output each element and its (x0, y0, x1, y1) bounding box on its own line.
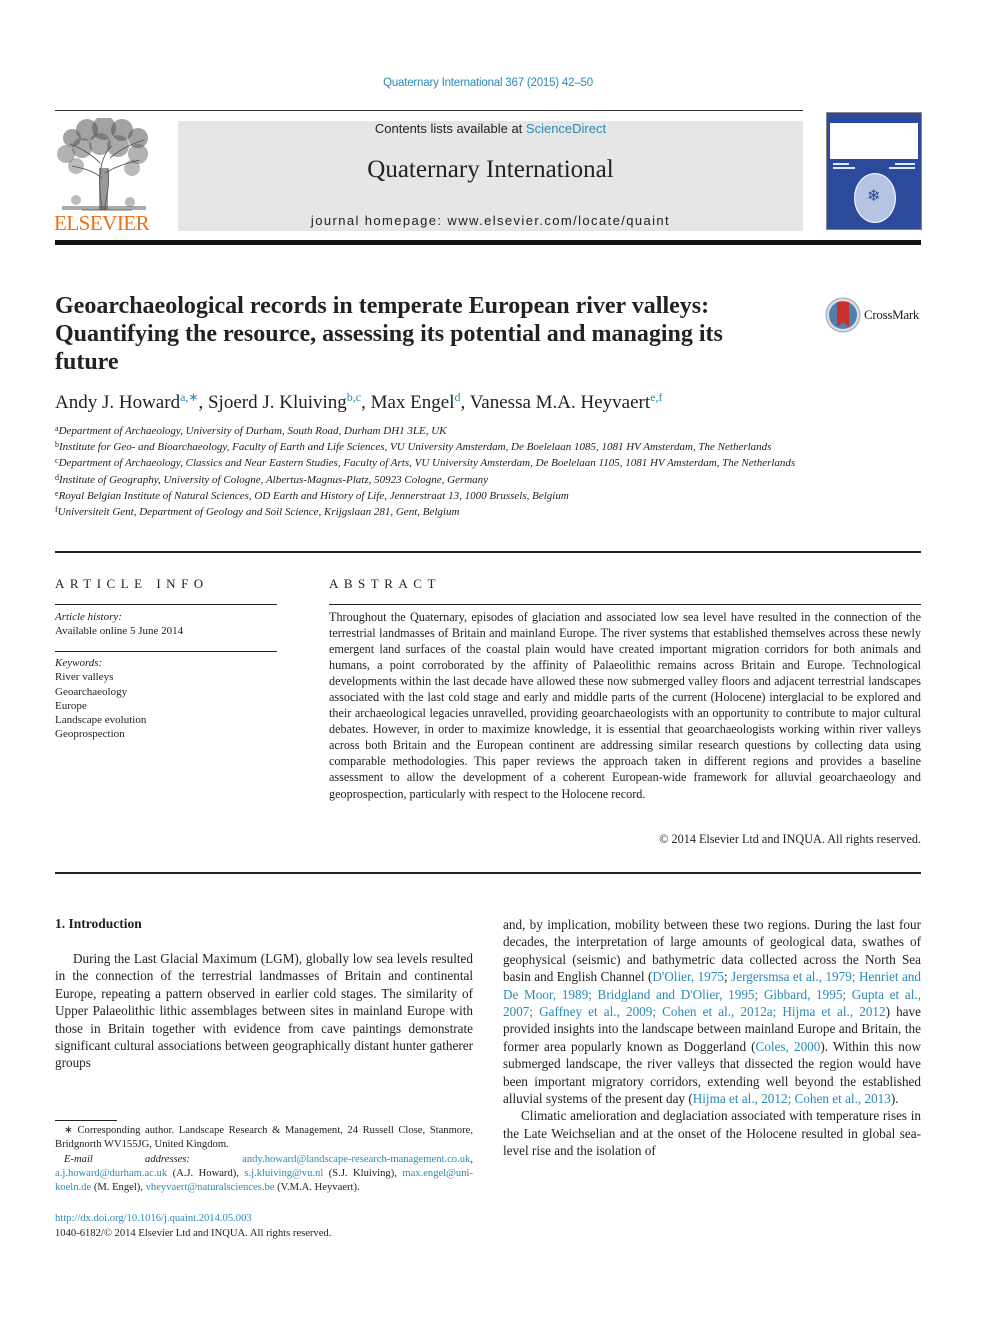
affiliation-text: Department of Archaeology, University of… (58, 425, 447, 437)
keywords: Keywords: River valleys Geoarchaeology E… (55, 656, 277, 742)
email-link[interactable]: andy.howard@landscape-research-managemen… (242, 1154, 470, 1165)
header-bottom-rule (55, 240, 921, 245)
cover-text-line (895, 163, 915, 165)
footnote-divider (55, 1120, 117, 1121)
email-owner: , (470, 1153, 473, 1165)
crossmark-label: CrossMark (864, 307, 920, 322)
contents-prefix: Contents lists available at (374, 121, 526, 136)
abstract-bottom-divider (55, 872, 921, 874)
snowflake-icon: ❄ (867, 188, 881, 205)
reference-link[interactable]: Coles, 2000 (756, 1039, 821, 1054)
email-link[interactable]: s.j.kluiving@vu.nl (244, 1168, 323, 1179)
author-name[interactable]: Max Engel (371, 392, 455, 413)
affiliation-item: aDepartment of Archaeology, University o… (55, 422, 815, 438)
cover-white-panel (830, 121, 918, 159)
doi-block: http://dx.doi.org/10.1016/j.quaint.2014.… (55, 1211, 331, 1241)
sciencedirect-link[interactable]: ScienceDirect (526, 121, 606, 136)
crossmark-button[interactable]: CrossMark (825, 297, 919, 333)
keywords-label: Keywords: (55, 657, 103, 669)
keyword-item: Geoarchaeology (55, 685, 128, 698)
doi-link[interactable]: http://dx.doi.org/10.1016/j.quaint.2014.… (55, 1213, 252, 1224)
author-affiliation-sup[interactable]: e,f (650, 390, 662, 404)
article-info-divider (55, 604, 277, 605)
author-separator: , (198, 392, 208, 413)
body-column-left: During the Last Glacial Maximum (LGM), g… (55, 950, 473, 1072)
author-name[interactable]: Sjoerd J. Kluiving (208, 392, 347, 413)
cover-title-band (830, 115, 918, 123)
journal-cover-thumbnail[interactable]: ❄ (826, 112, 922, 230)
corresponding-author-note: ∗ Corresponding author. Landscape Resear… (55, 1125, 473, 1151)
affiliation-item: dInstitute of Geography, University of C… (55, 471, 815, 487)
body-column-right: and, by implication, mobility between th… (503, 916, 921, 1160)
affiliation-item: fUniversiteit Gent, Department of Geolog… (55, 503, 815, 519)
keyword-item: River valleys (55, 671, 114, 684)
email-owner: (V.M.A. Heyvaert). (274, 1182, 360, 1194)
author-separator: , (361, 392, 371, 413)
cover-text-line (833, 167, 855, 169)
email-owner: (S.J. Kluiving), (323, 1167, 403, 1179)
affiliation-text: Universiteit Gent, Department of Geology… (57, 506, 460, 519)
journal-citation[interactable]: Quaternary International 367 (2015) 42–5… (0, 77, 976, 89)
reference-link[interactable]: Hijma et al., 2012; Cohen et al., 2013 (693, 1091, 891, 1106)
body-paragraph: Climatic amelioration and deglaciation a… (503, 1108, 921, 1159)
keyword-item: Europe (55, 699, 87, 712)
affiliation-item: bInstitute for Geo- and Bioarchaeology, … (55, 438, 815, 454)
article-history: Article history: Available online 5 June… (55, 610, 277, 639)
author-affiliation-sup[interactable]: a,∗ (180, 390, 198, 404)
abstract-heading: ABSTRACT (329, 576, 441, 591)
affiliation-text: Department of Archaeology, Classics and … (58, 457, 796, 470)
crossmark-icon (825, 297, 861, 333)
title-line: future (55, 349, 119, 375)
title-line: Quantifying the resource, assessing its … (55, 321, 723, 347)
abstract-text: Throughout the Quaternary, episodes of g… (329, 610, 921, 801)
email-label: E-mail addresses: (64, 1153, 190, 1165)
author-name[interactable]: Andy J. Howard (55, 392, 180, 413)
author-affiliation-sup[interactable]: b,c (347, 390, 361, 404)
homepage-url[interactable]: www.elsevier.com/locate/quaint (447, 213, 670, 228)
title-line: Geoarchaeological records in temperate E… (55, 293, 710, 319)
affiliation-item: eRoyal Belgian Institute of Natural Scie… (55, 487, 815, 503)
journal-homepage: journal homepage: www.elsevier.com/locat… (178, 213, 803, 228)
contents-line: Contents lists available at ScienceDirec… (178, 121, 803, 136)
affiliation-item: cDepartment of Archaeology, Classics and… (55, 454, 815, 470)
email-owner: (A.J. Howard), (167, 1167, 245, 1179)
email-link[interactable]: a.j.howard@durham.ac.uk (55, 1168, 167, 1179)
author-list: Andy J. Howarda,∗, Sjoerd J. Kluivingb,c… (55, 390, 662, 414)
affiliations: aDepartment of Archaeology, University o… (55, 422, 815, 519)
email-owner: (M. Engel), (91, 1182, 146, 1194)
keyword-item: Geoprospection (55, 728, 125, 741)
cover-text-line (833, 163, 849, 165)
reference-link[interactable]: D'Olier, 1975 (652, 969, 724, 984)
article-title: Geoarchaeological records in temperate E… (55, 292, 795, 376)
elsevier-wordmark: ELSEVIER (54, 211, 150, 235)
body-text: ). (890, 1091, 899, 1107)
article-info-heading: ARTICLE INFO (55, 576, 209, 591)
author-separator: , (460, 392, 470, 413)
header-top-rule (55, 110, 803, 111)
journal-title: Quaternary International (367, 156, 614, 183)
history-value: Available online 5 June 2014 (55, 625, 184, 638)
keyword-item: Landscape evolution (55, 714, 147, 727)
homepage-prefix: journal homepage: (310, 213, 448, 228)
body-paragraph: During the Last Glacial Maximum (LGM), g… (55, 951, 473, 1071)
affiliations-divider (55, 551, 921, 553)
body-paragraph: and, by implication, mobility between th… (503, 916, 921, 1107)
issn-copyright: 1040-6182/© 2014 Elsevier Ltd and INQUA.… (55, 1228, 332, 1239)
abstract-copyright: © 2014 Elsevier Ltd and INQUA. All right… (659, 832, 921, 846)
affiliation-text: Institute for Geo- and Bioarchaeology, F… (59, 441, 772, 454)
affiliation-text: Institute of Geography, University of Co… (59, 473, 489, 486)
email-addresses: E-mail addresses: andy.howard@landscape-… (55, 1153, 473, 1196)
cover-text-line (889, 167, 915, 169)
email-link[interactable]: vheyvaert@naturalsciences.be (146, 1182, 275, 1193)
keywords-divider (55, 651, 277, 652)
footnotes: ∗ Corresponding author. Landscape Resear… (55, 1124, 473, 1195)
author-name[interactable]: Vanessa M.A. Heyvaert (470, 392, 650, 413)
section-heading-introduction: 1. Introduction (55, 916, 142, 931)
affiliation-text: Royal Belgian Institute of Natural Scien… (58, 489, 569, 502)
abstract-divider (329, 604, 921, 605)
history-label: Article history: (55, 611, 122, 623)
